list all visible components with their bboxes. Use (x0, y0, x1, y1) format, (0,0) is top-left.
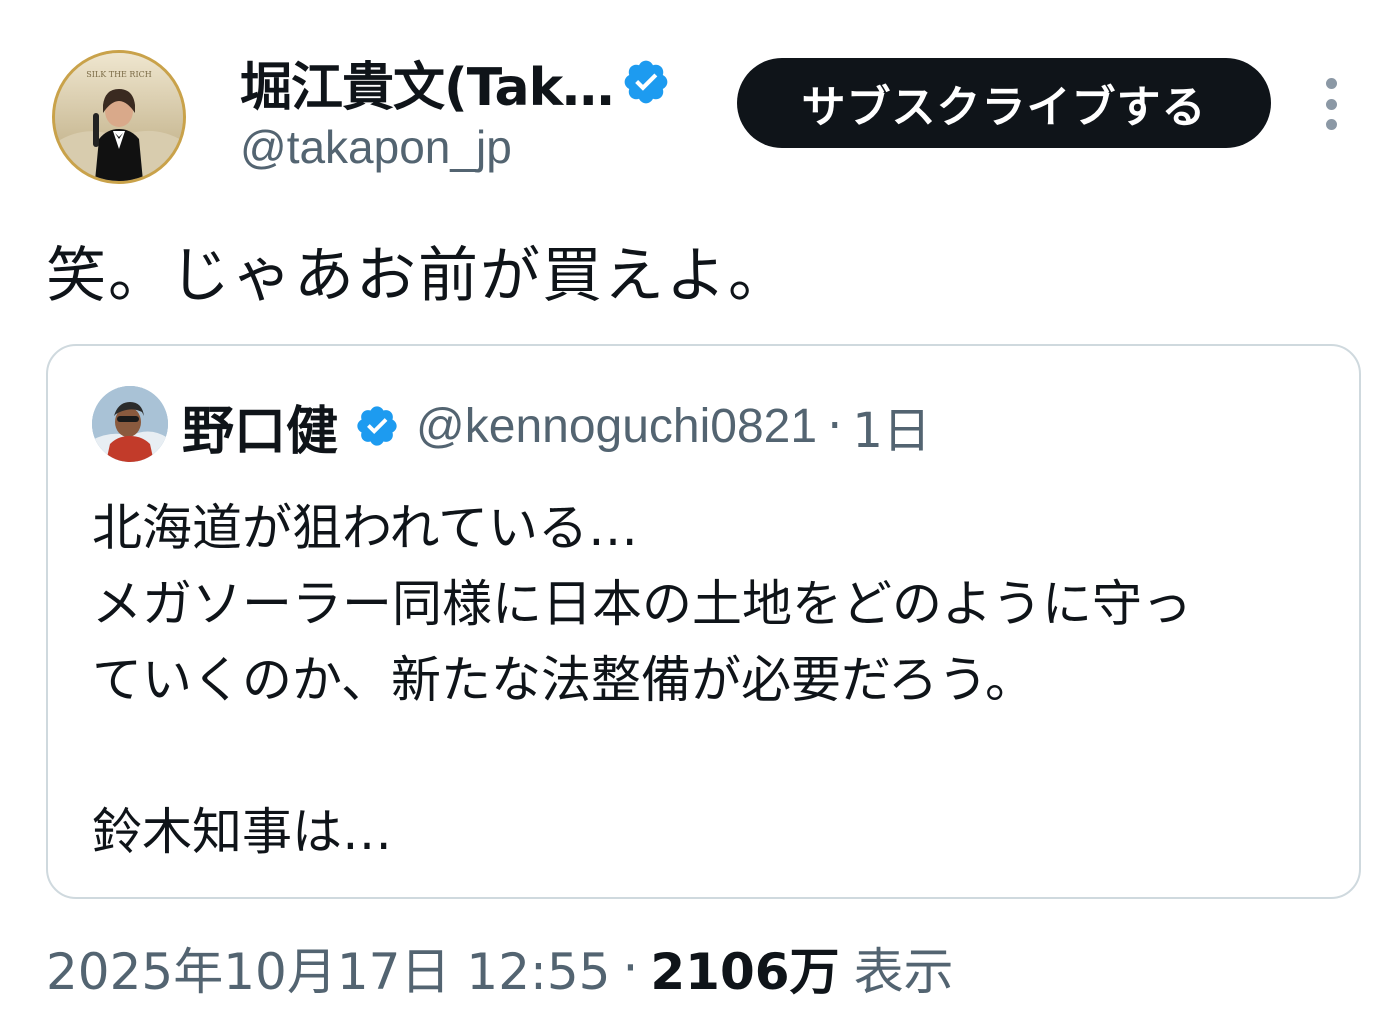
quote-verified-badge-icon[interactable] (354, 403, 400, 449)
avatar-image: SILK THE RICH (55, 53, 183, 181)
avatar-banner-text: SILK THE RICH (86, 70, 151, 79)
quote-text: 北海道が狙われている… メガソーラー同様に日本の土地をどのように守っ ていくのか… (92, 499, 1192, 861)
quote-author-name[interactable]: 野口健 (182, 389, 338, 464)
quote-timestamp[interactable]: 1日 (852, 391, 931, 461)
tweet-timestamp[interactable]: 2025年10月17日 12:55 (46, 932, 610, 1004)
author-name-row: 堀江貴文(Tak… (240, 50, 710, 118)
tweet-meta: 2025年10月17日 12:55 · 2106万 表示 (46, 932, 954, 1004)
more-dot (1325, 119, 1337, 130)
meta-separator: · (622, 939, 639, 997)
author-info: 堀江貴文(Tak… @takapon_jp (240, 50, 710, 174)
views-count: 2106万 (650, 943, 840, 1001)
more-dot (1325, 78, 1337, 89)
views-label: 表示 (853, 943, 954, 1001)
more-dot (1325, 98, 1337, 110)
quote-tweet-card[interactable]: 野口健 @kennoguchi0821 · 1日 北海道が狙われている… メガソ… (46, 344, 1361, 899)
more-vertical-icon[interactable] (1310, 78, 1352, 130)
quote-author-avatar[interactable] (92, 386, 168, 462)
author-name[interactable]: 堀江貴文(Tak… (240, 45, 613, 120)
quote-header: 野口健 @kennoguchi0821 · 1日 (182, 390, 931, 462)
tweet: SILK THE RICH 堀江貴文(Tak… @takapon_jp サブスク… (0, 0, 1394, 1032)
subscribe-button[interactable]: サブスクライブする (737, 58, 1271, 148)
quote-separator: · (827, 398, 843, 454)
author-avatar[interactable]: SILK THE RICH (52, 50, 186, 184)
tweet-text: 笑。じゃあお前が買えよ。 (46, 241, 790, 311)
author-handle[interactable]: @takapon_jp (240, 120, 710, 174)
verified-badge-icon[interactable] (621, 57, 671, 107)
quote-author-handle[interactable]: @kennoguchi0821 (416, 399, 817, 454)
quote-avatar-image (92, 386, 168, 462)
